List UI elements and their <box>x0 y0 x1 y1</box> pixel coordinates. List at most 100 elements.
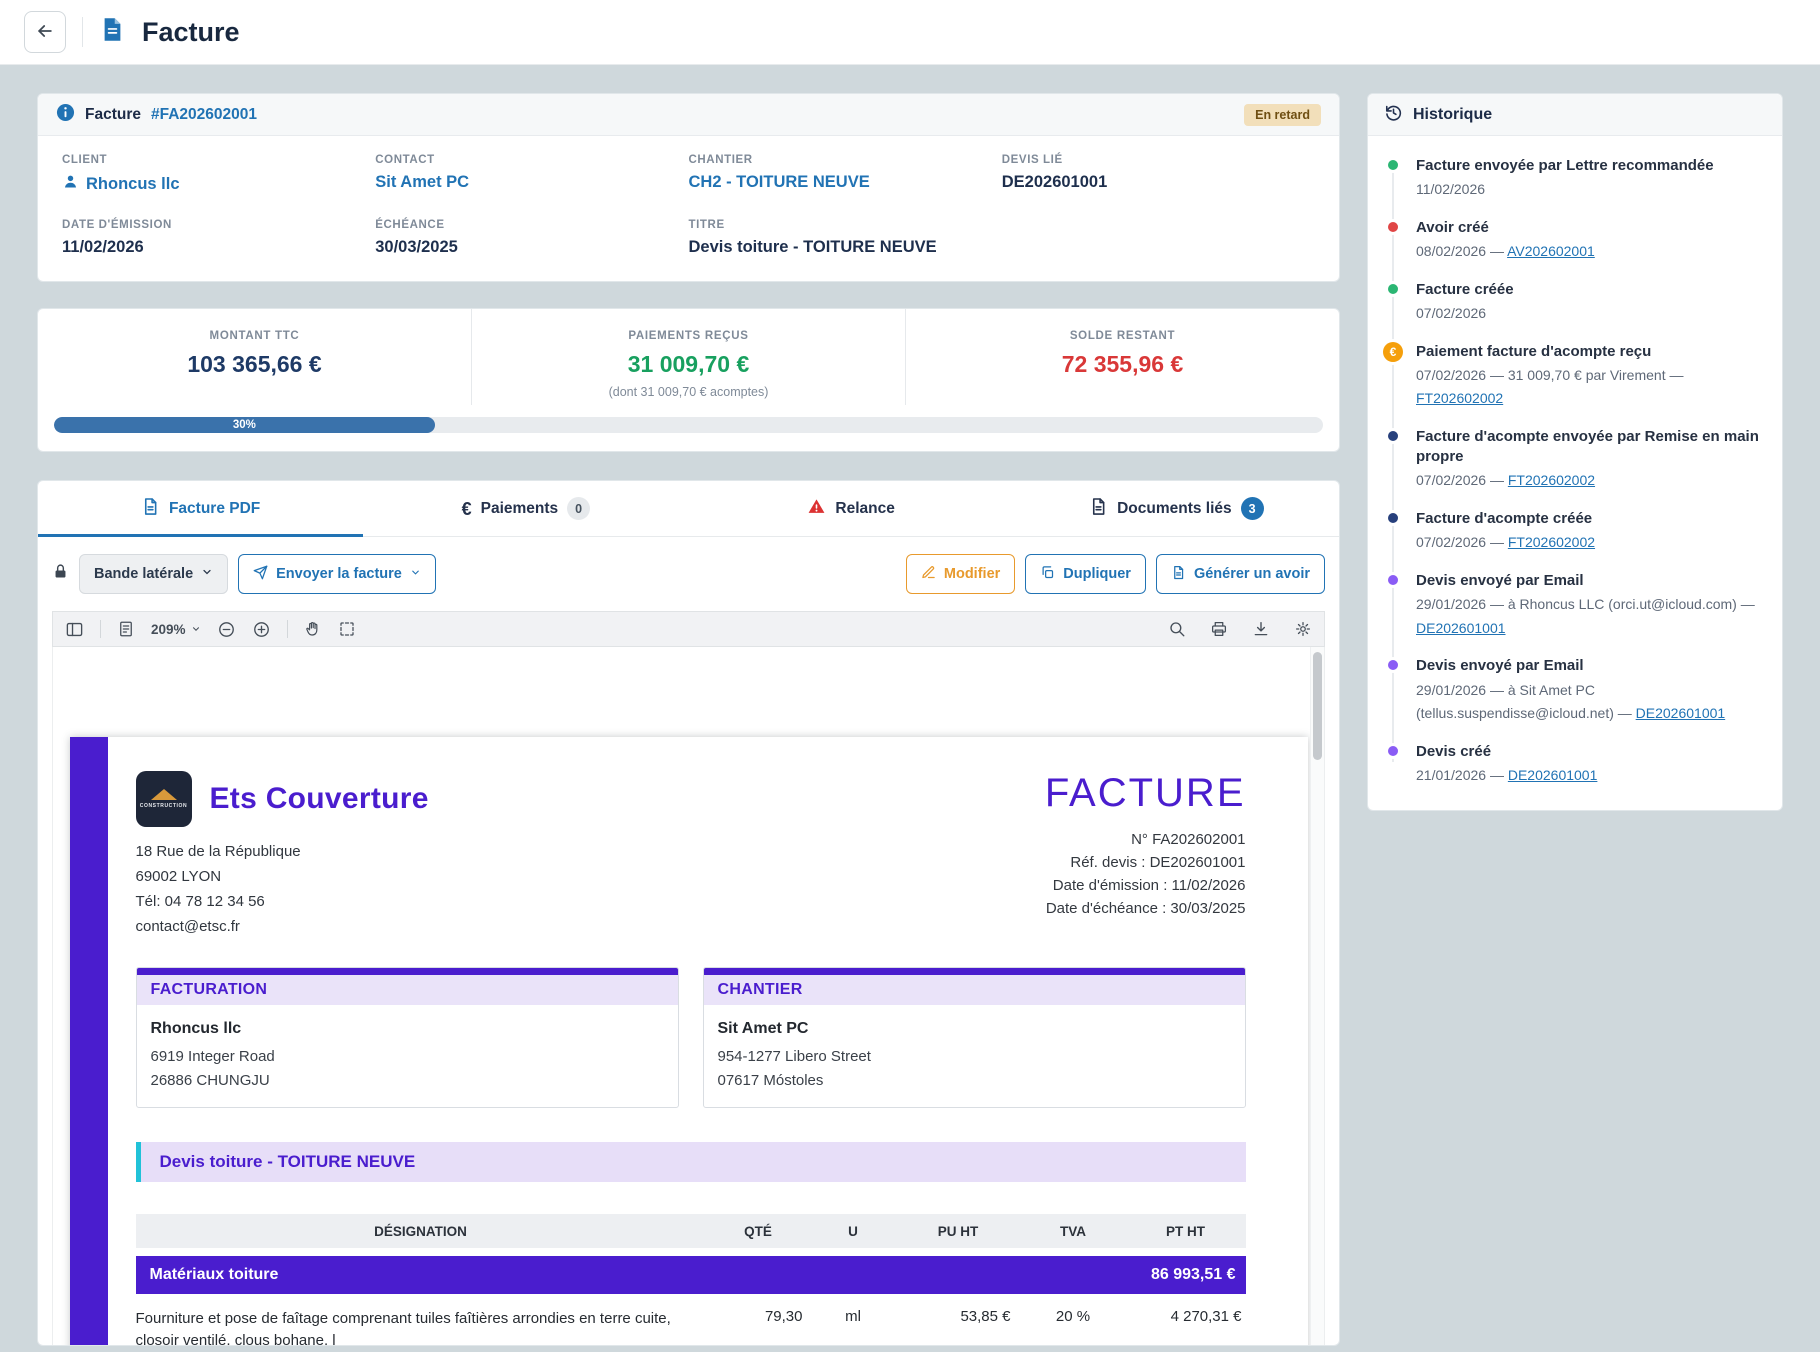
amounts-row: MONTANT TTC 103 365,66 € PAIEMENTS REÇUS… <box>38 309 1339 405</box>
credit-note-icon <box>1171 565 1186 584</box>
field-label: CONTACT <box>375 154 688 166</box>
history-item-title: Devis envoyé par Email <box>1416 571 1762 591</box>
zoom-in-icon[interactable] <box>252 620 271 639</box>
search-icon[interactable] <box>1168 620 1186 638</box>
toolbar-separator <box>287 620 288 638</box>
button-label: Envoyer la facture <box>276 566 402 582</box>
download-icon[interactable] <box>1252 620 1270 638</box>
settings-gear-icon[interactable] <box>1294 620 1312 638</box>
history-card: Historique Facture envoyée par Lettre re… <box>1367 93 1783 811</box>
table-header-row: DÉSIGNATION QTÉ U PU HT TVA PT HT <box>136 1214 1246 1248</box>
history-item-title: Devis envoyé par Email <box>1416 656 1762 676</box>
history-dot <box>1388 431 1398 441</box>
titre-value: Devis toiture - TOITURE NEUVE <box>689 238 1002 257</box>
invoice-table: DÉSIGNATION QTÉ U PU HT TVA PT HT Matéri… <box>136 1214 1246 1346</box>
history-list: Facture envoyée par Lettre recommandée 1… <box>1368 136 1782 810</box>
page-accent-stripe <box>70 737 108 1346</box>
generate-credit-note-button[interactable]: Générer un avoir <box>1156 554 1325 594</box>
montant-label: MONTANT TTC <box>38 330 471 342</box>
page-title: Facture <box>142 17 240 48</box>
history-link[interactable]: DE202601001 <box>1508 767 1598 783</box>
history-dot <box>1388 746 1398 756</box>
field-echeance: ÉCHÉANCE 30/03/2025 <box>375 219 688 257</box>
devis-lie-value: DE202601001 <box>1002 173 1315 192</box>
history-item: Facture créée 07/02/2026 <box>1388 280 1762 324</box>
chantier-link[interactable]: CH2 - TOITURE NEUVE <box>689 173 1002 192</box>
box-title: FACTURATION <box>137 975 678 1005</box>
page-view-icon[interactable] <box>117 620 135 638</box>
caret-down-icon <box>410 566 421 582</box>
hand-tool-icon[interactable] <box>304 620 322 638</box>
scrollbar-thumb[interactable] <box>1313 652 1322 760</box>
send-invoice-button[interactable]: Envoyer la facture <box>238 554 436 594</box>
history-item: Facture d'acompte envoyée par Remise en … <box>1388 427 1762 491</box>
history-dot <box>1388 575 1398 585</box>
history-item: Devis envoyé par Email 29/01/2026 — à Si… <box>1388 656 1762 723</box>
history-dot <box>1388 513 1398 523</box>
paiements-label: PAIEMENTS REÇUS <box>472 330 905 342</box>
tab-label: Documents liés <box>1117 500 1232 518</box>
contact-link[interactable]: Sit Amet PC <box>375 173 688 192</box>
side-column: Historique Facture envoyée par Lettre re… <box>1367 93 1783 811</box>
pdf-toolbar-right <box>1168 620 1312 638</box>
paiements-recus: PAIEMENTS REÇUS 31 009,70 € (dont 31 009… <box>471 309 905 405</box>
pdf-scrollbar[interactable] <box>1310 647 1324 1346</box>
roof-icon <box>151 789 177 800</box>
history-item-title: Paiement facture d'acompte reçu <box>1416 342 1762 362</box>
modify-button[interactable]: Modifier <box>906 554 1015 594</box>
history-link[interactable]: AV202602001 <box>1507 243 1595 259</box>
main-column: Facture #FA202602001 En retard CLIENT Rh… <box>37 93 1340 1346</box>
history-item-title: Facture d'acompte créée <box>1416 509 1762 529</box>
tab-documents-lies[interactable]: Documents liés 3 <box>1014 481 1339 536</box>
euro-badge-icon <box>1383 342 1403 362</box>
page-layout: Facture #FA202602001 En retard CLIENT Rh… <box>0 65 1820 1346</box>
field-label: DATE D'ÉMISSION <box>62 219 375 231</box>
chantier-box: CHANTIER Sit Amet PC 954-1277 Libero Str… <box>703 967 1246 1108</box>
euro-icon: € <box>462 500 472 518</box>
zoom-out-icon[interactable] <box>217 620 236 639</box>
field-date-emission: DATE D'ÉMISSION 11/02/2026 <box>62 219 375 257</box>
logo-text: CONSTRUCTION <box>140 803 187 809</box>
company-address: 18 Rue de la République 69002 LYON Tél: … <box>136 839 429 939</box>
history-link[interactable]: DE202601001 <box>1636 705 1726 721</box>
document-meta: FACTURE N° FA202602001 Réf. devis : DE20… <box>1045 771 1246 939</box>
field-contact: CONTACT Sit Amet PC <box>375 154 688 195</box>
field-chantier: CHANTIER CH2 - TOITURE NEUVE <box>689 154 1002 195</box>
tab-label: Facture PDF <box>169 500 260 518</box>
invoice-number: #FA202602001 <box>151 106 257 124</box>
history-header: Historique <box>1368 94 1782 136</box>
history-link[interactable]: FT202602002 <box>1416 390 1503 406</box>
invoice-fields: CLIENT Rhoncus llc CONTACT Sit Amet PC C… <box>38 136 1339 281</box>
field-titre: TITRE Devis toiture - TOITURE NEUVE <box>689 219 1002 257</box>
back-button[interactable] <box>24 11 66 53</box>
tab-paiements[interactable]: € Paiements 0 <box>363 481 688 536</box>
print-icon[interactable] <box>1210 620 1228 638</box>
history-dot <box>1388 660 1398 670</box>
pdf-toolbar: 209% <box>52 611 1325 647</box>
tab-label: Paiements <box>481 500 559 518</box>
pdf-file-icon <box>141 497 160 521</box>
history-link[interactable]: FT202602002 <box>1508 534 1595 550</box>
history-item-title: Facture créée <box>1416 280 1762 300</box>
toggle-sidebar-icon[interactable] <box>65 620 84 639</box>
history-dot <box>1388 222 1398 232</box>
divider <box>82 17 83 47</box>
document-title: FACTURE <box>1045 771 1246 816</box>
tab-facture-pdf[interactable]: Facture PDF <box>38 481 363 536</box>
marquee-zoom-icon[interactable] <box>338 620 356 638</box>
tab-relance[interactable]: Relance <box>689 481 1014 536</box>
invoice-label: Facture <box>85 106 141 124</box>
progress-fill: 30% <box>54 417 435 433</box>
client-link[interactable]: Rhoncus llc <box>62 173 375 195</box>
solde-restant: SOLDE RESTANT 72 355,96 € <box>905 309 1339 405</box>
solde-value: 72 355,96 € <box>906 351 1339 378</box>
duplicate-button[interactable]: Dupliquer <box>1025 554 1146 594</box>
document-card: Facture PDF € Paiements 0 Relance <box>37 480 1340 1346</box>
history-link[interactable]: DE202601001 <box>1416 620 1506 636</box>
company-block: CONSTRUCTION Ets Couverture 18 Rue de la… <box>136 771 429 939</box>
chevron-down-icon <box>201 566 213 582</box>
zoom-select[interactable]: 209% <box>151 622 201 637</box>
history-link[interactable]: FT202602002 <box>1508 472 1595 488</box>
bande-laterale-dropdown[interactable]: Bande latérale <box>79 554 228 594</box>
history-item-title: Devis créé <box>1416 742 1762 762</box>
